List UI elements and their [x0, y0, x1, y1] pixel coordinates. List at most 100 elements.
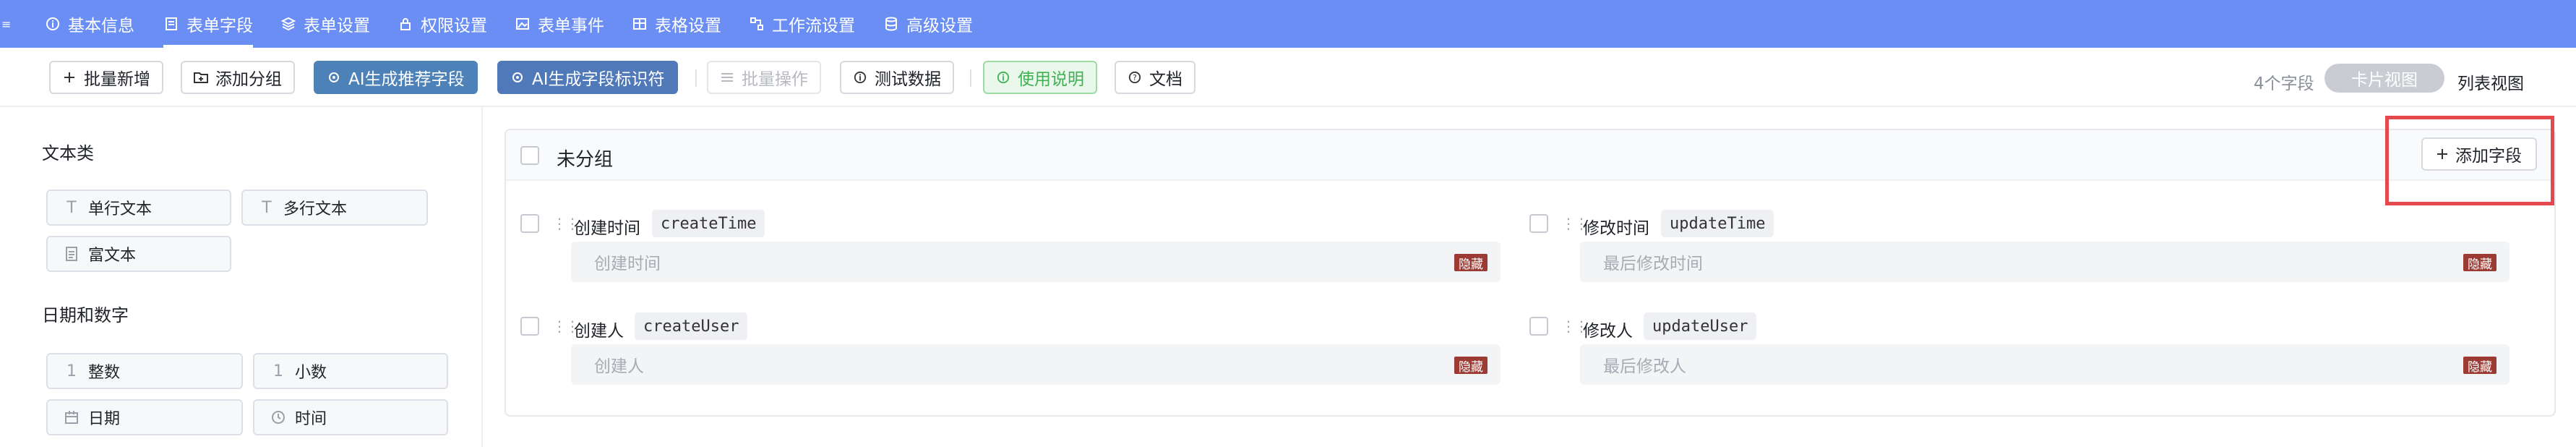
- list-view-toggle[interactable]: 列表视图: [2457, 69, 2524, 94]
- question-circle-icon: ?: [1128, 70, 1142, 85]
- tab-table-settings[interactable]: 表格设置: [632, 0, 721, 48]
- tab-form-fields[interactable]: 表单字段: [163, 0, 253, 48]
- drag-handle-icon[interactable]: ⋮⋮: [1561, 317, 1589, 336]
- field-code: createTime: [652, 210, 765, 237]
- card-view-toggle[interactable]: 卡片视图: [2324, 64, 2444, 93]
- image-icon: [515, 16, 531, 32]
- field-placeholder: 创建时间: [594, 255, 661, 273]
- plus-icon: [62, 70, 77, 85]
- palette-date[interactable]: 日期: [46, 399, 243, 435]
- field-code: updateTime: [1661, 210, 1774, 237]
- test-data-button[interactable]: 测试数据: [840, 61, 954, 94]
- field-count: 4个字段: [2254, 74, 2314, 93]
- palette-integer[interactable]: 1 整数: [46, 353, 243, 389]
- add-group-button[interactable]: 添加分组: [181, 61, 295, 94]
- palette-time[interactable]: 时间: [253, 399, 448, 435]
- sparkle-gear-icon: [510, 70, 525, 85]
- hidden-badge: 隐藏: [2463, 254, 2496, 272]
- ai-identifier-label: AI生成字段标识符: [532, 70, 665, 89]
- field-palette: 文本类 T 单行文本 T 多行文本 富文本 日期和数字 1 整数 1 小数 日期…: [0, 107, 483, 447]
- toolbar: 批量新增 添加分组 AI生成推荐字段 AI生成字段标识符 批量操作 测试数据 使…: [0, 48, 2576, 107]
- field-placeholder: 创建人: [594, 357, 644, 376]
- batch-operations-button[interactable]: 批量操作: [707, 61, 821, 94]
- field-preview-input: 创建时间 隐藏: [571, 242, 1500, 282]
- field-label: 创建人: [574, 322, 624, 341]
- group-header: 未分组: [506, 130, 2554, 181]
- info-circle-icon: [996, 70, 1010, 85]
- tab-form-events[interactable]: 表单事件: [515, 0, 604, 48]
- tab-label: 表单事件: [538, 17, 604, 35]
- document-icon: [64, 246, 80, 262]
- field-checkbox[interactable]: [1529, 214, 1548, 233]
- palette-decimal[interactable]: 1 小数: [253, 353, 448, 389]
- list-icon: [720, 70, 734, 85]
- category-title: 文本类: [42, 143, 94, 163]
- hidden-badge: 隐藏: [1454, 254, 1487, 272]
- palette-multi-line-text[interactable]: T 多行文本: [241, 190, 428, 226]
- menu-icon[interactable]: ≡: [1, 19, 11, 30]
- tab-label: 基本信息: [68, 17, 134, 35]
- drag-handle-icon[interactable]: ⋮⋮: [552, 214, 580, 233]
- workflow-icon: [749, 16, 765, 32]
- tab-label: 权限设置: [421, 17, 487, 35]
- sparkle-gear-icon: [327, 70, 341, 85]
- info-circle-icon: [45, 16, 61, 32]
- field-checkbox[interactable]: [520, 214, 539, 233]
- svg-text:?: ?: [1133, 73, 1137, 82]
- palette-label: 多行文本: [283, 200, 348, 218]
- lock-icon: [398, 16, 413, 32]
- calendar-icon: [64, 409, 80, 425]
- ai-recommend-fields-button[interactable]: AI生成推荐字段: [314, 61, 478, 94]
- field-preview-input: 最后修改人 隐藏: [1580, 344, 2510, 385]
- usage-guide-button[interactable]: 使用说明: [983, 61, 1097, 94]
- drag-handle-icon[interactable]: ⋮⋮: [552, 317, 580, 336]
- palette-label: 整数: [88, 364, 121, 382]
- clock-icon: [270, 409, 286, 425]
- palette-label: 富文本: [88, 247, 137, 265]
- field-label: 修改时间: [1583, 219, 1649, 238]
- docs-button[interactable]: ? 文档: [1115, 61, 1195, 94]
- tab-form-settings[interactable]: 表单设置: [280, 0, 370, 48]
- info-circle-icon: [853, 70, 867, 85]
- batch-add-button[interactable]: 批量新增: [49, 61, 163, 94]
- tab-basic-info[interactable]: 基本信息: [45, 0, 134, 48]
- highlight-box: [2385, 116, 2554, 205]
- field-preview-input: 最后修改时间 隐藏: [1580, 242, 2510, 282]
- palette-label: 小数: [295, 364, 327, 382]
- palette-single-line-text[interactable]: T 单行文本: [46, 190, 231, 226]
- number-icon: 1: [273, 362, 283, 380]
- ai-field-identifier-button[interactable]: AI生成字段标识符: [497, 61, 678, 94]
- palette-rich-text[interactable]: 富文本: [46, 236, 231, 272]
- test-data-label: 测试数据: [875, 70, 941, 89]
- palette-label: 单行文本: [88, 200, 153, 218]
- batch-operations-label: 批量操作: [742, 70, 808, 89]
- tab-workflow-settings[interactable]: 工作流设置: [749, 0, 855, 48]
- number-icon: 1: [66, 362, 77, 380]
- text-icon: T: [66, 198, 77, 217]
- toolbar-divider: [695, 69, 697, 87]
- drag-handle-icon[interactable]: ⋮⋮: [1561, 214, 1589, 233]
- group-select-checkbox[interactable]: [520, 146, 539, 165]
- field-checkbox[interactable]: [520, 317, 539, 336]
- tab-permissions[interactable]: 权限设置: [398, 0, 487, 48]
- hidden-badge: 隐藏: [2463, 357, 2496, 375]
- tab-advanced-settings[interactable]: 高级设置: [883, 0, 973, 48]
- docs-label: 文档: [1149, 70, 1182, 89]
- tab-label: 工作流设置: [772, 17, 855, 35]
- hidden-badge: 隐藏: [1454, 357, 1487, 375]
- category-title: 日期和数字: [42, 305, 129, 325]
- form-icon: [163, 16, 179, 32]
- field-placeholder: 最后修改时间: [1603, 255, 1703, 273]
- field-preview-input: 创建人 隐藏: [571, 344, 1500, 385]
- tab-label: 表单字段: [186, 17, 253, 35]
- text-icon: T: [262, 198, 272, 217]
- folder-plus-icon: [194, 70, 208, 85]
- database-icon: [883, 16, 899, 32]
- field-label: 修改人: [1583, 322, 1633, 341]
- add-group-label: 添加分组: [215, 70, 282, 89]
- field-code: createUser: [635, 312, 748, 340]
- palette-label: 时间: [295, 410, 327, 428]
- field-checkbox[interactable]: [1529, 317, 1548, 336]
- group-title: 未分组: [557, 149, 614, 171]
- table-icon: [632, 16, 648, 32]
